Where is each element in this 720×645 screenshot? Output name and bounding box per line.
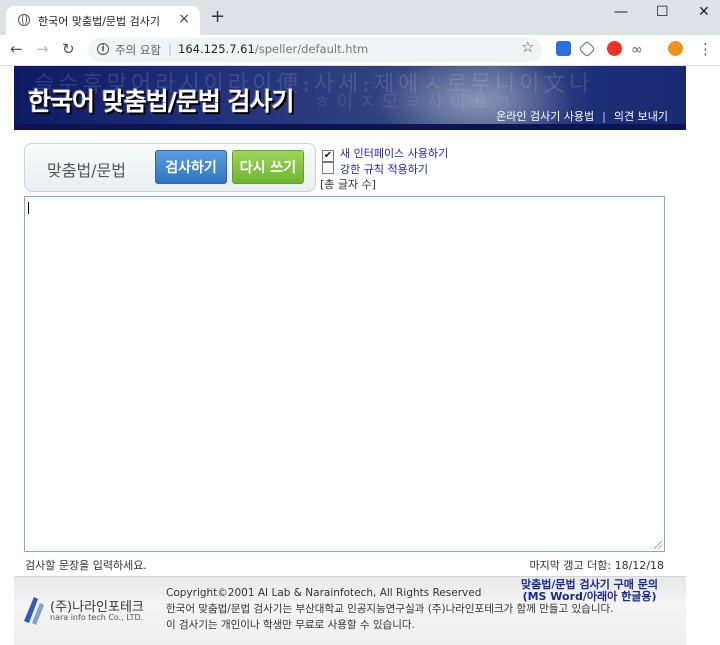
new-tab-button[interactable]: +	[210, 8, 225, 26]
maximize-icon[interactable]: ☐	[656, 4, 669, 20]
text-caret	[28, 202, 29, 214]
footer: (주)나라인포테크 nara info tech Co., LTD. Copyr…	[14, 576, 686, 645]
opera-extension-icon[interactable]	[607, 41, 622, 56]
option-new-interface[interactable]: ✔ 새 인터페이스 사용하기	[322, 145, 448, 162]
character-count: [총 글자 수]	[320, 178, 377, 191]
tab-close-icon[interactable]: ×	[178, 11, 190, 27]
banner-bottom-bar	[14, 124, 686, 130]
resize-handle[interactable]	[654, 541, 662, 549]
url-host: 164.125.7.61	[178, 42, 255, 56]
checker-tool-panel: 맞춤법/문법 검사하기 다시 쓰기	[24, 143, 316, 192]
reload-icon[interactable]: ↻	[62, 41, 75, 57]
check-button[interactable]: 검사하기	[155, 150, 227, 184]
reset-button[interactable]: 다시 쓰기	[232, 150, 304, 184]
text-input-area[interactable]	[24, 196, 665, 552]
globe-icon	[18, 14, 30, 26]
company-logo: (주)나라인포테크 nara info tech Co., LTD.	[20, 593, 150, 629]
browser-tab[interactable]: 한국어 맞춤법/문법 검사기 ×	[6, 6, 200, 35]
tab-title: 한국어 맞춤법/문법 검사기	[38, 15, 161, 28]
window-close-icon[interactable]: ✕	[698, 4, 710, 20]
option-strict-rules[interactable]: 강한 규칙 적용하기	[322, 161, 428, 177]
usage-guide-link[interactable]: 온라인 검사기 사용법	[496, 110, 594, 123]
tab-strip: 한국어 맞춤법/문법 검사기 × + — ☐ ✕	[0, 0, 720, 35]
menu-icon[interactable]: ⋮	[698, 40, 713, 58]
footer-line-1: 한국어 맞춤법/문법 검사기는 부산대학교 인공지능연구실과 (주)나라인포테크…	[166, 603, 614, 615]
infinity-extension-icon[interactable]: ∞	[631, 42, 643, 58]
bookmark-star-icon[interactable]: ☆	[521, 38, 534, 56]
nara-logo-icon	[24, 597, 44, 625]
strict-rules-checkbox[interactable]	[322, 162, 334, 174]
links-divider: |	[602, 110, 606, 123]
strict-rules-label: 강한 규칙 적용하기	[340, 163, 428, 176]
security-warning: 주의 요함	[115, 43, 161, 57]
header-banner: 슬수휴맞어라시이라이便:사세:제에ㅅ로무니이文나 ㅎ이ㅈ모ㄹ사비표ㄱ 한국어 맞…	[14, 66, 686, 130]
back-arrow-icon[interactable]: ←	[10, 41, 23, 57]
address-bar[interactable]: i 주의 요함 | 164.125.7.61/speller/default.h…	[88, 38, 542, 62]
url-text: 164.125.7.61/speller/default.htm	[178, 42, 368, 56]
input-hint: 검사할 문장을 입력하세요.	[25, 559, 147, 572]
url-path: /speller/default.htm	[254, 42, 369, 56]
purchase-inquiry-link[interactable]: 맞춤법/문법 검사기 구매 문의 (MS Word/아래아 한글용)	[521, 579, 658, 603]
tool-label: 맞춤법/문법	[47, 161, 126, 180]
company-name-en: nara info tech Co., LTD.	[50, 613, 144, 622]
last-updated: 마지막 갱고 더함: 18/12/18	[529, 559, 664, 572]
nima-extension-icon[interactable]	[668, 41, 683, 56]
chart-extension-icon[interactable]	[556, 41, 571, 56]
address-separator: |	[168, 42, 172, 56]
new-interface-label: 새 인터페이스 사용하기	[340, 147, 449, 160]
purchase-line-2: (MS Word/아래아 한글용)	[522, 590, 657, 603]
minimize-icon[interactable]: —	[614, 4, 628, 20]
send-feedback-link[interactable]: 의견 보내기	[614, 110, 668, 123]
page-content: 슬수휴맞어라시이라이便:사세:제에ㅅ로무니이文나 ㅎ이ㅈ모ㄹ사비표ㄱ 한국어 맞…	[0, 66, 720, 645]
info-icon[interactable]: i	[97, 43, 109, 55]
footer-line-2: 이 검사기는 개인이나 학생만 무료로 사용할 수 있습니다.	[166, 619, 415, 631]
forward-arrow-icon[interactable]: →	[36, 41, 49, 57]
page-title: 한국어 맞춤법/문법 검사기	[28, 87, 295, 116]
banner-links: 온라인 검사기 사용법 | 의견 보내기	[496, 108, 668, 124]
